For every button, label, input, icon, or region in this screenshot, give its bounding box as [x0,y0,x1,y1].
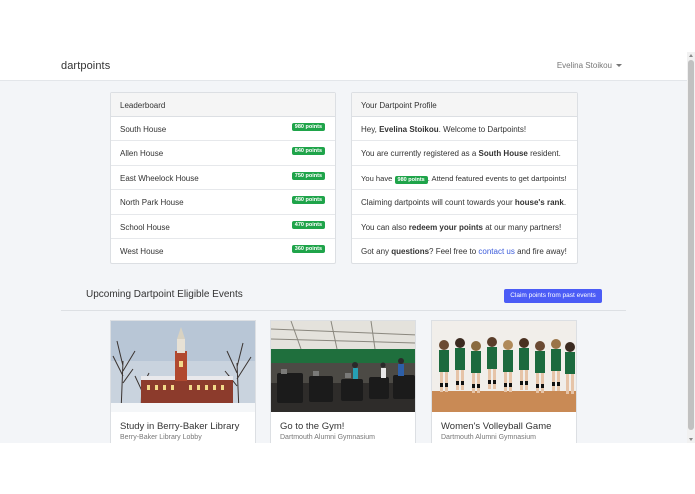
points-badge: 840 points [291,147,325,156]
leaderboard-row: North Park House 480 points [111,190,335,215]
volleyball-team-image [432,321,576,412]
leaderboard-row: South House 980 points [111,117,335,142]
profile-panel: Your Dartpoint Profile Hey, Evelina Stoi… [351,92,578,264]
leaderboard-row: School House 470 points [111,215,335,239]
event-title: Study in Berry-Baker Library [120,421,240,432]
points-badge: 470 points [291,220,325,229]
house-name: East Wheelock House [120,173,199,183]
rank-bold: house's rank [514,198,564,208]
text: Hey, [361,125,380,134]
profile-points: You have 980 points. Attend featured eve… [352,166,577,191]
claim-past-events-button[interactable]: Claim points from past events [504,289,602,303]
questions-bold: questions [391,246,430,256]
user-menu-dropdown[interactable]: Evelina Stoikou [557,61,622,70]
chevron-down-icon [616,64,622,68]
profile-questions: Got any questions? Feel free to contact … [352,239,577,263]
text: Got any [361,246,392,256]
event-card[interactable]: Study in Berry-Baker Library Berry-Baker… [110,320,256,443]
event-card[interactable]: Go to the Gym! Dartmouth Alumni Gymnasiu… [270,320,416,443]
gym-image [271,321,415,412]
scroll-up-arrow-icon[interactable] [689,54,693,57]
points-badge: 480 points [291,196,325,205]
event-location: Dartmouth Alumni Gymnasium [280,434,375,441]
leaderboard-panel: Leaderboard South House 980 points Allen … [110,92,336,264]
text: at our many partners! [483,222,562,232]
text: Claiming dartpoints will count towards y… [361,198,515,208]
text: . Welcome to Dartpoints! [438,125,527,134]
profile-claim-info: Claiming dartpoints will count towards y… [352,190,577,215]
house-name: West House [120,246,164,256]
library-image [111,321,255,412]
divider [61,310,626,311]
scroll-thumb[interactable] [688,60,694,430]
navbar: dartpoints Evelina Stoikou [0,52,687,81]
leaderboard-row: Allen House 840 points [111,141,335,166]
contact-us-link[interactable]: contact us [478,247,514,256]
house-name: North Park House [120,198,184,208]
text: . Attend featured events to get dartpoin… [427,173,567,183]
scroll-down-arrow-icon[interactable] [689,438,693,441]
user-name: Evelina Stoikou [556,61,612,70]
text: . [563,198,567,208]
text: resident. [527,149,561,159]
leaderboard-row: East Wheelock House 750 points [111,166,335,191]
points-badge: 360 points [291,244,325,253]
text: You can also [361,222,409,232]
house-name: South House [120,125,167,134]
brand-logo[interactable]: dartpoints [61,60,110,72]
text: You are currently registered as a [361,149,479,159]
points-badge: 750 points [291,171,325,180]
points-badge: 980 points [394,175,428,184]
events-section-title: Upcoming Dartpoint Eligible Events [86,289,243,300]
text: You have [361,173,395,183]
profile-registration: You are currently registered as a South … [352,141,577,166]
text: ? Feel free to [429,246,479,256]
event-location: Dartmouth Alumni Gymnasium [441,434,536,441]
house-name: Allen House [120,149,164,159]
house-name: School House [120,222,170,232]
event-location: Berry-Baker Library Lobby [120,434,202,441]
page-viewport: dartpoints Evelina Stoikou Leaderboard S… [0,52,687,443]
vertical-scrollbar[interactable] [687,52,695,443]
text: and fire away! [514,246,567,256]
profile-redeem-info: You can also redeem your points at our m… [352,215,577,239]
leaderboard-title: Leaderboard [111,93,335,117]
event-card[interactable]: Women's Volleyball Game Dartmouth Alumni… [431,320,577,443]
redeem-bold: redeem your points [408,222,483,232]
event-title: Women's Volleyball Game [441,421,552,432]
points-badge: 980 points [291,123,325,131]
event-title: Go to the Gym! [280,421,345,432]
profile-title: Your Dartpoint Profile [352,93,577,117]
leaderboard-row: West House 360 points [111,239,335,263]
house-bold: South House [478,149,528,159]
user-name-bold: Evelina Stoikou [379,125,439,134]
profile-greeting: Hey, Evelina Stoikou. Welcome to Dartpoi… [352,117,577,142]
